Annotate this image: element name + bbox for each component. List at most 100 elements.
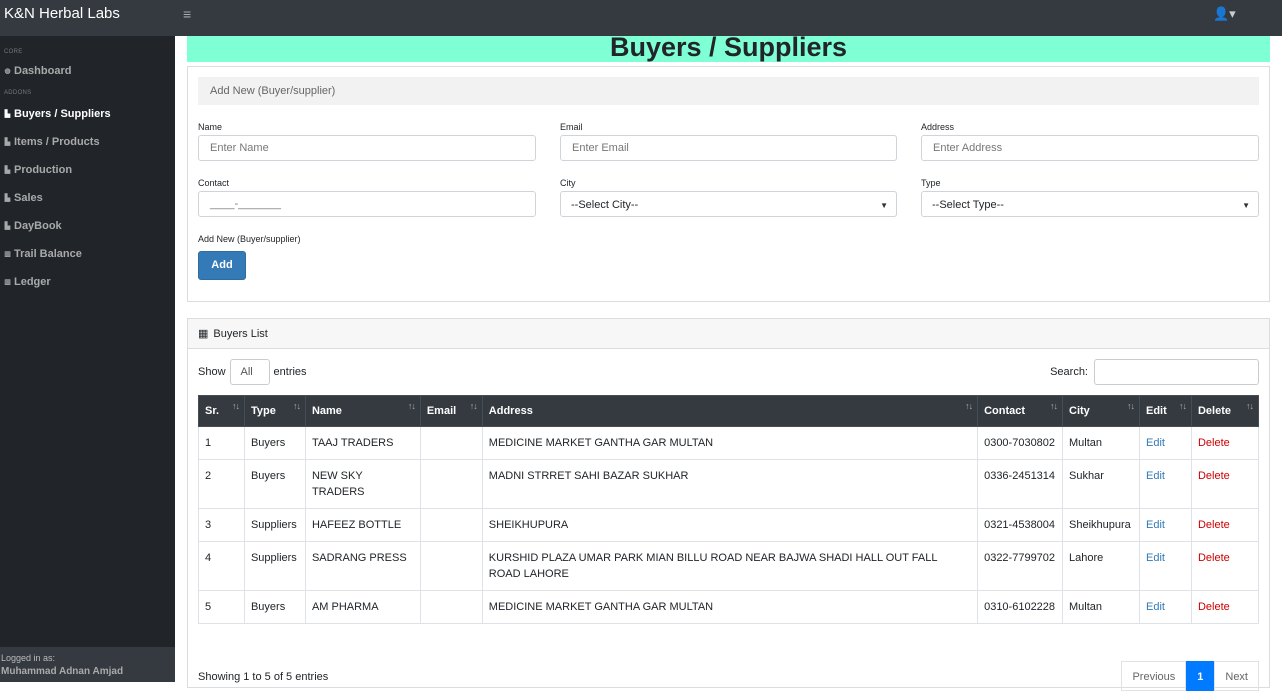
table-row: 4 Suppliers SADRANG PRESS KURSHID PLAZA …	[198, 541, 1260, 591]
cell-sr: 2	[198, 459, 245, 509]
cell-address: KURSHID PLAZA UMAR PARK MIAN BILLU ROAD …	[481, 541, 979, 591]
column-header-email[interactable]: Email ↑↓	[419, 395, 483, 427]
sidebar-item-label: Sales	[14, 192, 43, 204]
sidebar-item-daybook[interactable]: ▙ DayBook	[0, 212, 175, 240]
column-header-delete[interactable]: Delete ↑↓	[1190, 395, 1260, 427]
table-icon: ▥	[4, 251, 11, 258]
top-navbar: K&N Herbal Labs ≡ 👤▾	[0, 0, 1282, 36]
cell-address: MEDICINE MARKET GANTHA GAR MULTAN	[481, 590, 979, 624]
search-input[interactable]	[1094, 359, 1259, 385]
column-header-type[interactable]: Type ↑↓	[243, 395, 306, 427]
previous-button[interactable]: Previous	[1121, 661, 1187, 691]
cell-type: Suppliers	[243, 508, 306, 542]
table-row: 5 Buyers AM PHARMA MEDICINE MARKET GANTH…	[198, 590, 1260, 624]
edit-link[interactable]: Edit	[1139, 508, 1192, 542]
menu-toggle-icon[interactable]: ≡	[183, 6, 191, 22]
sidebar-item-sales[interactable]: ▙ Sales	[0, 184, 175, 212]
type-select[interactable]: --Select Type-- ▼	[921, 191, 1259, 217]
sort-icon: ↑↓	[1246, 401, 1254, 411]
user-menu-icon[interactable]: 👤▾	[1213, 6, 1236, 22]
delete-link[interactable]: Delete	[1190, 541, 1260, 591]
type-select-value: --Select Type--	[932, 199, 1004, 211]
name-input[interactable]: Enter Name	[198, 135, 536, 161]
cell-city: Multan	[1062, 426, 1140, 460]
show-label: Show	[198, 366, 226, 378]
sidebar-item-label: Trail Balance	[14, 248, 82, 260]
column-header-contact[interactable]: Contact ↑↓	[977, 395, 1064, 427]
form-footer-label: Add New (Buyer/supplier)	[198, 234, 301, 244]
delete-link[interactable]: Delete	[1190, 508, 1260, 542]
edit-link[interactable]: Edit	[1139, 459, 1192, 509]
sort-icon: ↑↓	[292, 401, 301, 411]
address-label: Address	[921, 122, 955, 132]
entries-select[interactable]: All	[229, 359, 270, 385]
search-area: Search:	[1050, 359, 1259, 385]
sort-icon: ↑↓	[407, 401, 416, 411]
buyers-table: Sr. ↑↓ Type ↑↓ Name ↑↓ Email ↑↓ Address ↑↓ Co…	[198, 395, 1260, 624]
cell-city: Sheikhupura	[1062, 508, 1140, 542]
edit-link[interactable]: Edit	[1139, 590, 1192, 624]
sidebar-item-ledger[interactable]: ▥ Ledger	[0, 268, 175, 296]
name-label: Name	[198, 122, 223, 132]
cell-contact: 0321-4538004	[977, 508, 1064, 542]
add-button[interactable]: Add	[198, 251, 246, 280]
table-row: 2 Buyers NEW SKY TRADERS MADNI STRRET SA…	[198, 459, 1260, 509]
add-form-card: Add New (Buyer/supplier) Name Enter Name…	[187, 66, 1270, 302]
city-label: City	[560, 178, 576, 188]
brand-logo[interactable]: K&N Herbal Labs	[4, 5, 120, 22]
sidebar-item-label: Production	[14, 164, 73, 176]
cell-contact: 0300-7030802	[977, 426, 1064, 460]
show-entries: Show All entries	[198, 359, 307, 385]
page-title-bar: Buyers / Suppliers	[187, 34, 1270, 62]
delete-link[interactable]: Delete	[1190, 426, 1260, 460]
cell-contact: 0336-2451314	[977, 459, 1064, 509]
table-icon: ▥	[4, 279, 11, 286]
sidebar-item-dashboard[interactable]: ◍ Dashboard	[0, 57, 175, 85]
cell-sr: 1	[198, 426, 245, 460]
table-row: 1 Buyers TAAJ TRADERS MEDICINE MARKET GA…	[198, 426, 1260, 460]
next-button[interactable]: Next	[1214, 661, 1259, 691]
cell-city: Lahore	[1062, 541, 1140, 591]
column-header-city[interactable]: City ↑↓	[1062, 395, 1140, 427]
cell-sr: 4	[198, 541, 245, 591]
sidebar-item-items-products[interactable]: ▙ Items / Products	[0, 128, 175, 156]
sidebar-item-buyers-suppliers[interactable]: ▙ Buyers / Suppliers	[0, 100, 175, 128]
sidebar-item-label: Dashboard	[14, 65, 72, 77]
list-header: ▦ Buyers List	[188, 319, 1269, 349]
sort-icon: ↑↓	[469, 401, 478, 411]
cell-email	[419, 426, 483, 460]
sidebar-footer: Logged in as: Muhammad Adnan Amjad	[0, 647, 175, 682]
column-header-address[interactable]: Address ↑↓	[481, 395, 979, 427]
sidebar-item-label: DayBook	[14, 220, 62, 232]
contact-label: Contact	[198, 178, 230, 188]
sort-icon: ↑↓	[965, 401, 973, 411]
table-info: Showing 1 to 5 of 5 entries	[198, 671, 329, 683]
cell-contact: 0310-6102228	[977, 590, 1064, 624]
type-label: Type	[921, 178, 941, 188]
sidebar-item-trail-balance[interactable]: ▥ Trail Balance	[0, 240, 175, 268]
sidebar-item-production[interactable]: ▙ Production	[0, 156, 175, 184]
sidebar-heading-addons: ADDONS	[4, 90, 32, 96]
table-icon: ▦	[198, 328, 209, 340]
edit-link[interactable]: Edit	[1139, 426, 1192, 460]
buyers-list-card: ▦ Buyers List Show All entries Search: S…	[187, 318, 1270, 691]
city-select[interactable]: --Select City-- ▼	[560, 191, 897, 217]
contact-input[interactable]: ____-_______	[198, 191, 536, 217]
delete-link[interactable]: Delete	[1190, 590, 1260, 624]
chart-icon: ▙	[4, 111, 11, 118]
cell-type: Buyers	[243, 426, 306, 460]
sidebar-heading-core: CORE	[4, 49, 23, 55]
sort-icon: ↑↓	[1127, 401, 1135, 411]
column-header-edit[interactable]: Edit ↑↓	[1139, 395, 1192, 427]
pagination: Previous 1 Next	[1121, 661, 1259, 691]
column-header-sr[interactable]: Sr. ↑↓	[198, 395, 245, 427]
table-row: 3 Suppliers HAFEEZ BOTTLE SHEIKHUPURA 03…	[198, 508, 1260, 542]
edit-link[interactable]: Edit	[1139, 541, 1192, 591]
cell-address: SHEIKHUPURA	[481, 508, 979, 542]
delete-link[interactable]: Delete	[1190, 459, 1260, 509]
page-1-button[interactable]: 1	[1186, 661, 1215, 691]
email-input[interactable]: Enter Email	[560, 135, 897, 161]
column-header-name[interactable]: Name ↑↓	[304, 395, 421, 427]
address-input[interactable]: Enter Address	[921, 135, 1259, 161]
table-header-row: Sr. ↑↓ Type ↑↓ Name ↑↓ Email ↑↓ Address ↑↓ Co…	[198, 395, 1260, 427]
